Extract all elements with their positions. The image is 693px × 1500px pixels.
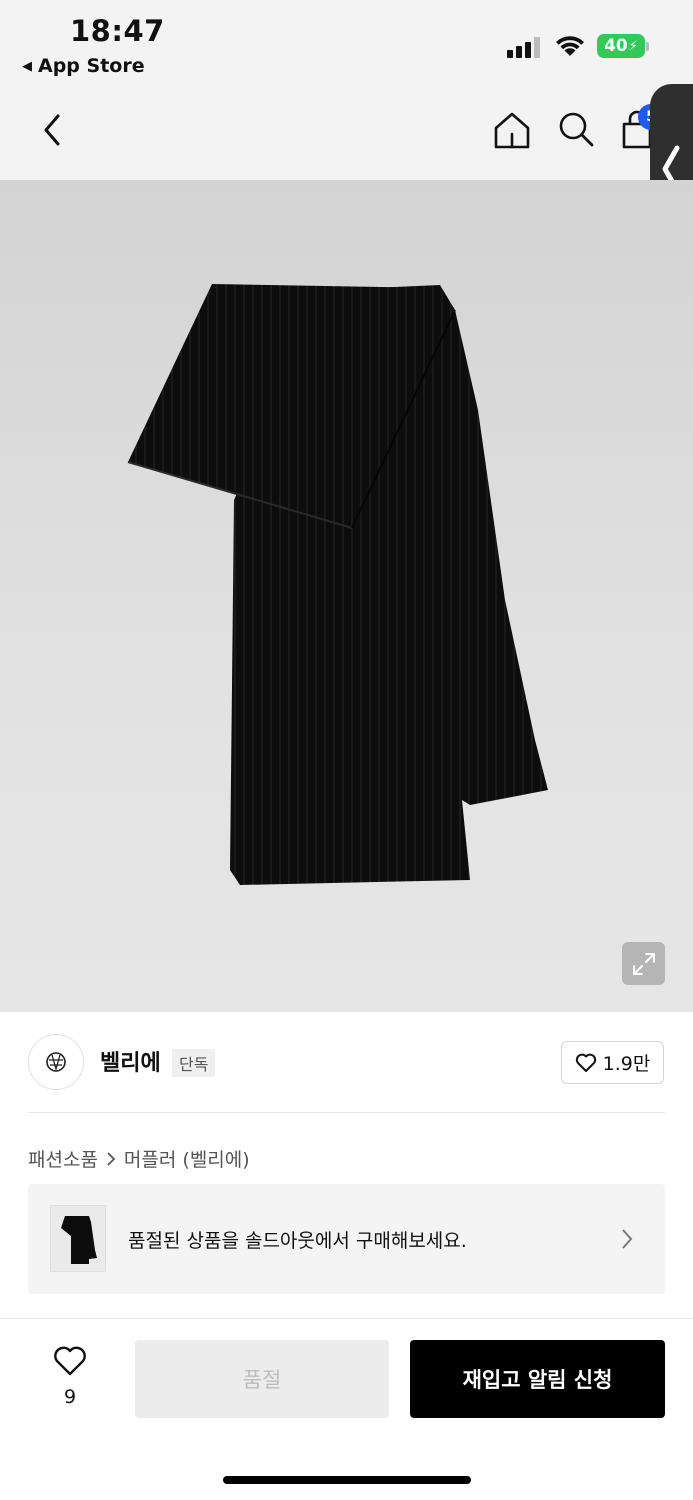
chevron-right-icon: [622, 1229, 633, 1249]
breadcrumb: 패션소품 머플러 (벨리에): [28, 1145, 250, 1172]
wifi-icon: [556, 36, 584, 56]
cellular-signal-icon: [507, 36, 540, 58]
black-knit-scarf-image: [127, 284, 548, 885]
product-image[interactable]: [0, 180, 693, 1012]
charging-bolt-icon: ⚡: [628, 38, 638, 54]
brand-logo[interactable]: [28, 1034, 84, 1090]
scarf-thumbnail-image: [61, 1216, 97, 1264]
soldout-button: 품절: [135, 1340, 389, 1418]
home-icon[interactable]: [490, 108, 534, 152]
scarf-thumbnail: [50, 1205, 106, 1272]
brand-like-count: 1.9만: [602, 1053, 651, 1075]
brand-like-button[interactable]: 1.9만: [561, 1041, 664, 1084]
soldout-promo-banner[interactable]: 품절된 상품을 솔드아웃에서 구매해보세요.: [28, 1184, 665, 1294]
breadcrumb-category[interactable]: 패션소품: [28, 1145, 98, 1172]
chevron-left-icon[interactable]: [34, 108, 74, 152]
chevron-right-icon: [107, 1151, 116, 1166]
battery-level: 40: [604, 36, 628, 56]
heart-icon[interactable]: [52, 1345, 88, 1377]
search-icon[interactable]: [555, 108, 599, 152]
back-app-label: App Store: [38, 55, 145, 77]
product-nav-bar: [0, 84, 693, 180]
divider: [28, 1112, 665, 1113]
home-indicator: [223, 1476, 471, 1484]
heart-icon: [575, 1053, 596, 1072]
battery-cap: [646, 42, 649, 51]
expand-icon: [632, 952, 655, 975]
status-time: 18:47: [70, 14, 165, 48]
brand-logo-icon: [46, 1052, 66, 1072]
exclusive-tag: 단독: [172, 1049, 216, 1077]
status-bar: 18:47 ◀ App Store 40 ⚡: [0, 0, 693, 84]
back-triangle-icon: ◀: [22, 58, 32, 74]
breadcrumb-subcategory[interactable]: 머플러 (벨리에): [124, 1145, 250, 1172]
expand-image-button[interactable]: [622, 942, 665, 985]
back-to-app-store[interactable]: ◀ App Store: [22, 55, 145, 77]
brand-name[interactable]: 벨리에: [100, 1045, 161, 1077]
wish-count: 9: [63, 1386, 77, 1408]
restock-alert-button[interactable]: 재입고 알림 신청: [410, 1340, 665, 1418]
battery-indicator: 40 ⚡: [597, 34, 645, 58]
soldout-banner-text: 품절된 상품을 솔드아웃에서 구매해보세요.: [128, 1230, 467, 1252]
